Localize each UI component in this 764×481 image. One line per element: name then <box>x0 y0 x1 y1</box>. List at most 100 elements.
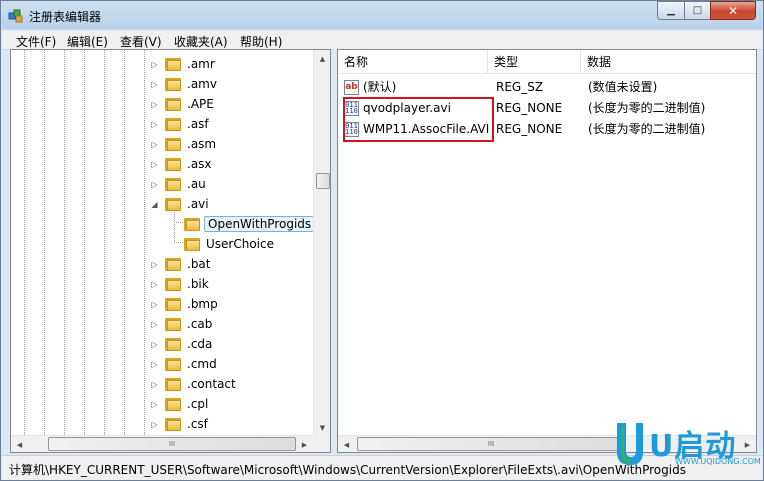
expand-arrow-icon[interactable]: ▷ <box>150 354 159 374</box>
values-list[interactable]: 名称 类型 数据 ab (默认) REG_SZ (数值未设置) 011 110 qvodp… <box>337 49 757 453</box>
tree-item[interactable]: ▷ .contact <box>150 374 238 394</box>
folder-icon <box>184 237 200 251</box>
list-header: 名称 类型 数据 <box>338 50 756 74</box>
folder-icon <box>184 217 200 231</box>
tree-item-label: .amr <box>187 57 215 71</box>
tree-item[interactable]: ▷ .bmp <box>150 294 220 314</box>
tree-item-label: .asm <box>187 137 217 151</box>
tree-item[interactable]: ▷ .cda <box>150 334 214 354</box>
logo-u-mark <box>617 423 643 465</box>
tree-item[interactable]: ▷ .APE <box>150 94 216 114</box>
tree-item[interactable]: ◢ .avi <box>150 194 211 214</box>
status-path: 计算机\HKEY_CURRENT_USER\Software\Microsoft… <box>9 463 686 477</box>
folder-icon <box>165 177 181 191</box>
tree-item[interactable]: ▷ .csf <box>150 414 210 434</box>
expand-arrow-icon[interactable]: ▷ <box>150 74 159 94</box>
tree-guide-line <box>144 50 145 436</box>
tree-item[interactable]: ▷ .au <box>150 174 208 194</box>
folder-icon <box>165 157 181 171</box>
value-type: REG_NONE <box>496 101 563 115</box>
tree-item[interactable]: ▷ .bik <box>150 274 211 294</box>
logo-url: WWW.UQIDONG.COM <box>675 457 761 466</box>
tree-item[interactable]: UserChoice <box>184 234 276 254</box>
scroll-thumb[interactable] <box>316 173 330 189</box>
string-value-icon: ab <box>344 80 359 95</box>
registry-key-tree[interactable]: ▷ .amr ▷ .amv ▷ .APE ▷ .asf ▷ .asm ▷ .asx ▷ .au ◢ .avi O… <box>10 49 331 453</box>
expand-arrow-icon[interactable]: ▷ <box>150 114 159 134</box>
title-bar[interactable]: 注册表编辑器 ▁ □ ✕ <box>1 1 763 31</box>
tree-item[interactable]: ▷ .asx <box>150 154 214 174</box>
tree-item-label: .cpl <box>187 397 209 411</box>
folder-icon <box>165 397 181 411</box>
tree-item[interactable]: ▷ .cab <box>150 314 214 334</box>
expand-arrow-icon[interactable]: ▷ <box>150 54 159 74</box>
scroll-left-arrow[interactable]: ◀ <box>11 436 28 452</box>
expand-arrow-icon[interactable]: ▷ <box>150 374 159 394</box>
minimize-button[interactable]: ▁ <box>657 1 685 20</box>
tree-horizontal-scrollbar[interactable]: ◀ III ▶ <box>11 435 313 452</box>
registry-editor-icon <box>8 9 23 23</box>
tree-item-label: .cmd <box>187 357 217 371</box>
tree-guide-line <box>44 50 45 436</box>
tree-guide-line <box>104 50 105 436</box>
tree-item-label: .APE <box>187 97 214 111</box>
tree-item[interactable]: ▷ .cpl <box>150 394 210 414</box>
expand-arrow-icon[interactable]: ▷ <box>150 254 159 274</box>
collapse-arrow-icon[interactable]: ◢ <box>150 194 159 214</box>
column-header-name[interactable]: 名称 <box>338 50 488 74</box>
folder-icon <box>165 77 181 91</box>
tree-item-label: .csf <box>187 417 208 431</box>
maximize-button[interactable]: □ <box>684 1 711 20</box>
tree-item-label: .asf <box>187 117 209 131</box>
expand-arrow-icon[interactable]: ▷ <box>150 174 159 194</box>
value-row[interactable]: ab (默认) REG_SZ (数值未设置) <box>338 77 756 98</box>
folder-icon <box>165 97 181 111</box>
close-button[interactable]: ✕ <box>710 1 756 20</box>
folder-icon <box>165 57 181 71</box>
expand-arrow-icon[interactable]: ▷ <box>150 334 159 354</box>
tree-item[interactable]: ▷ .asm <box>150 134 218 154</box>
expand-arrow-icon[interactable]: ▷ <box>150 414 159 434</box>
scroll-left-arrow[interactable]: ◀ <box>338 436 355 452</box>
expand-arrow-icon[interactable]: ▷ <box>150 154 159 174</box>
tree-item[interactable]: ▷ .cmd <box>150 354 219 374</box>
tree-item-label: OpenWithProgids <box>204 216 316 232</box>
scroll-thumb[interactable]: III <box>357 437 625 451</box>
folder-icon <box>165 337 181 351</box>
tree-item[interactable]: ▷ .asf <box>150 114 211 134</box>
tree-item[interactable]: OpenWithProgids <box>184 214 316 234</box>
folder-icon <box>165 297 181 311</box>
menu-view[interactable]: 查看(V) <box>120 33 162 50</box>
expand-arrow-icon[interactable]: ▷ <box>150 394 159 414</box>
close-icon: ✕ <box>727 3 739 18</box>
tree-item-label: .bik <box>187 277 209 291</box>
expand-arrow-icon[interactable]: ▷ <box>150 314 159 334</box>
tree-item[interactable]: ▷ .bat <box>150 254 213 274</box>
tree-vertical-scrollbar[interactable]: ▲ ▼ <box>313 50 330 436</box>
expand-arrow-icon[interactable]: ▷ <box>150 294 159 314</box>
menu-bar: 文件(F) 编辑(E) 查看(V) 收藏夹(A) 帮助(H) <box>2 31 762 50</box>
column-header-data[interactable]: 数据 <box>581 50 756 74</box>
tree-item[interactable]: ▷ .amr <box>150 54 217 74</box>
tree-item-label: UserChoice <box>206 237 274 251</box>
expand-arrow-icon[interactable]: ▷ <box>150 274 159 294</box>
tree-guide-line <box>64 50 65 436</box>
scroll-up-arrow[interactable]: ▲ <box>314 50 330 67</box>
menu-help[interactable]: 帮助(H) <box>240 33 282 50</box>
menu-favorites[interactable]: 收藏夹(A) <box>174 33 228 50</box>
folder-icon <box>165 117 181 131</box>
window-title: 注册表编辑器 <box>29 10 102 24</box>
folder-icon <box>165 197 181 211</box>
expand-arrow-icon[interactable]: ▷ <box>150 94 159 114</box>
scroll-thumb[interactable]: III <box>48 437 296 451</box>
scroll-right-arrow[interactable]: ▶ <box>296 436 313 452</box>
menu-edit[interactable]: 编辑(E) <box>67 33 108 50</box>
tree-item-label: .contact <box>187 377 236 391</box>
expand-arrow-icon[interactable]: ▷ <box>150 134 159 154</box>
tree-item[interactable]: ▷ .amv <box>150 74 219 94</box>
menu-file[interactable]: 文件(F) <box>16 33 56 50</box>
column-header-type[interactable]: 类型 <box>488 50 581 74</box>
registry-editor-window: 注册表编辑器 ▁ □ ✕ 文件(F) 编辑(E) 查看(V) 收藏夹(A) 帮助… <box>0 0 764 481</box>
value-data: (数值未设置) <box>588 80 658 94</box>
scroll-down-arrow[interactable]: ▼ <box>314 419 330 436</box>
